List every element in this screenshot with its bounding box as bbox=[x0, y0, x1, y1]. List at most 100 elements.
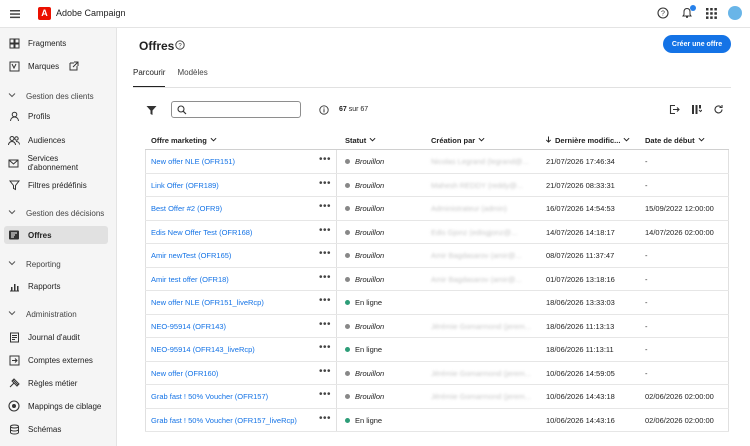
sidebar-item-comptes-externes[interactable]: Comptes externes bbox=[8, 351, 108, 369]
offer-name-link[interactable]: Edis New Offer Test (OFR168) bbox=[151, 228, 252, 237]
status-dot bbox=[345, 229, 350, 235]
table-row[interactable]: NEO-95914 (OFR143) ••• Brouillon Jérémie Go… bbox=[145, 314, 729, 338]
tab-parcourir[interactable]: Parcourir bbox=[133, 68, 166, 88]
profile-icon bbox=[8, 110, 20, 122]
apps-grid-icon[interactable] bbox=[704, 6, 718, 20]
chevron-down-icon bbox=[210, 136, 217, 145]
more-actions-icon[interactable]: ••• bbox=[319, 248, 331, 259]
column-header-statut[interactable]: Statut bbox=[345, 136, 376, 145]
app-title: Adobe Campaign bbox=[56, 8, 126, 18]
export-icon[interactable] bbox=[669, 104, 680, 117]
section-gestion-clients[interactable]: Gestion des clients bbox=[8, 89, 94, 103]
top-bar: A Adobe Campaign ? bbox=[0, 0, 750, 28]
offer-name-link[interactable]: Amir test offer (OFR18) bbox=[151, 275, 229, 284]
tab-modeles[interactable]: Modèles bbox=[177, 68, 207, 88]
offer-name-link[interactable]: Amir newTest (OFR165) bbox=[151, 251, 231, 260]
row-border bbox=[145, 220, 146, 243]
table-row[interactable]: Amir test offer (OFR18) ••• Brouillon Amir … bbox=[145, 267, 729, 291]
offer-name-link[interactable]: New offer NLE (OFR151) bbox=[151, 157, 235, 166]
sidebar-item-offres[interactable]: Offres bbox=[4, 226, 108, 244]
sidebar-item-mappings-ciblage[interactable]: Mappings de ciblage bbox=[8, 397, 108, 415]
brands-icon bbox=[8, 60, 20, 72]
user-avatar[interactable] bbox=[728, 6, 742, 20]
start-date: - bbox=[645, 368, 648, 378]
menu-toggle-icon[interactable] bbox=[10, 9, 20, 19]
sidebar-item-label: Règles métier bbox=[28, 378, 78, 388]
table-row[interactable]: Amir newTest (OFR165) ••• Brouillon Amir Ba… bbox=[145, 244, 729, 268]
section-gestion-decisions[interactable]: Gestion des décisions bbox=[8, 206, 104, 220]
column-divider bbox=[336, 220, 337, 243]
sidebar-item-filtres-predefinis[interactable]: Filtres prédéfinis bbox=[8, 176, 108, 194]
more-actions-icon[interactable]: ••• bbox=[319, 272, 331, 283]
table-row[interactable]: Best Offer #2 (OFR9) ••• Brouillon Administ… bbox=[145, 197, 729, 221]
sidebar-item-fragments[interactable]: Fragments bbox=[8, 34, 108, 52]
offer-name-link[interactable]: NEO-95914 (OFR143_liveRcp) bbox=[151, 345, 255, 354]
more-actions-icon[interactable]: ••• bbox=[319, 201, 331, 212]
notifications-icon[interactable] bbox=[680, 5, 696, 20]
creator-name: Nicolas Legrand (legrand@... bbox=[431, 157, 529, 166]
status-badge: Brouillon bbox=[345, 392, 384, 401]
table-row[interactable]: New offer NLE (OFR151) ••• Brouillon Nicola… bbox=[145, 150, 729, 174]
adobe-logo-icon[interactable]: A bbox=[38, 7, 51, 20]
table-row[interactable]: Edis New Offer Test (OFR168) ••• Brouillon… bbox=[145, 220, 729, 244]
filter-icon[interactable] bbox=[146, 105, 157, 118]
table-row[interactable]: NEO-95914 (OFR143_liveRcp) ••• En ligne 18/… bbox=[145, 338, 729, 362]
svg-text:?: ? bbox=[661, 11, 665, 18]
section-administration[interactable]: Administration bbox=[8, 307, 77, 321]
sidebar-item-audiences[interactable]: Audiences bbox=[8, 131, 108, 149]
more-actions-icon[interactable]: ••• bbox=[319, 225, 331, 236]
more-actions-icon[interactable]: ••• bbox=[319, 319, 331, 330]
help-icon[interactable]: ? bbox=[175, 40, 185, 52]
sidebar-item-rapports[interactable]: Rapports bbox=[8, 277, 108, 295]
table-row[interactable]: New offer NLE (OFR151_liveRcp) ••• En lign… bbox=[145, 291, 729, 315]
filter-icon bbox=[8, 179, 20, 191]
count-total: sur 67 bbox=[348, 106, 369, 113]
offer-name-link[interactable]: NEO-95914 (OFR143) bbox=[151, 322, 226, 331]
sidebar-item-schemas[interactable]: Schémas bbox=[8, 420, 108, 438]
offer-name-link[interactable]: New offer NLE (OFR151_liveRcp) bbox=[151, 298, 264, 307]
creator-name: Amir Bagdasarov (amir@... bbox=[431, 274, 522, 284]
offer-name-link[interactable]: Best Offer #2 (OFR9) bbox=[151, 204, 222, 213]
search-input[interactable] bbox=[171, 101, 301, 118]
sidebar-item-journal-audit[interactable]: Journal d'audit bbox=[8, 328, 108, 346]
info-icon[interactable] bbox=[319, 105, 329, 117]
column-header-modified[interactable]: Dernière modific... bbox=[545, 136, 630, 145]
column-header-creation[interactable]: Création par bbox=[431, 136, 485, 145]
create-offer-button[interactable]: Créer une offre bbox=[663, 35, 731, 53]
column-header-offre[interactable]: Offre marketing bbox=[151, 136, 217, 145]
sidebar-item-regles-metier[interactable]: Règles métier bbox=[8, 374, 108, 392]
sidebar-item-profils[interactable]: Profils bbox=[8, 107, 108, 125]
row-border bbox=[728, 291, 729, 314]
more-actions-icon[interactable]: ••• bbox=[319, 295, 331, 306]
row-border bbox=[728, 173, 729, 196]
sidebar-item-services-abonnement[interactable]: Services d'abonnement bbox=[8, 154, 108, 172]
offer-name-link[interactable]: Grab fast ! 50% Voucher (OFR157_liveRcp) bbox=[151, 416, 297, 425]
row-border bbox=[728, 267, 729, 290]
more-actions-icon[interactable]: ••• bbox=[319, 178, 331, 189]
table-row[interactable]: Grab fast ! 50% Voucher (OFR157_liveRcp)… bbox=[145, 408, 729, 432]
table-row[interactable]: New offer (OFR160) ••• Brouillon Jérémie Go… bbox=[145, 361, 729, 385]
row-border bbox=[728, 408, 729, 431]
more-actions-icon[interactable]: ••• bbox=[319, 389, 331, 400]
refresh-icon[interactable] bbox=[713, 104, 724, 117]
help-icon[interactable]: ? bbox=[656, 6, 670, 20]
sidebar-item-marques[interactable]: Marques bbox=[8, 57, 108, 75]
more-actions-icon[interactable]: ••• bbox=[319, 154, 331, 165]
column-label: Date de début bbox=[645, 136, 695, 145]
status-label: Brouillon bbox=[355, 180, 385, 190]
table-row[interactable]: Link Offer (OFR189) ••• Brouillon Mahesh RE… bbox=[145, 173, 729, 197]
column-header-start[interactable]: Date de début bbox=[645, 136, 705, 145]
more-actions-icon[interactable]: ••• bbox=[319, 342, 331, 353]
table-row[interactable]: Grab fast ! 50% Voucher (OFR157) ••• Broui… bbox=[145, 385, 729, 409]
offer-name-link[interactable]: New offer (OFR160) bbox=[151, 369, 218, 378]
status-dot bbox=[345, 347, 350, 352]
column-settings-icon[interactable] bbox=[691, 104, 703, 117]
status-badge: Brouillon bbox=[345, 275, 384, 284]
more-actions-icon[interactable]: ••• bbox=[319, 366, 331, 377]
row-border bbox=[145, 408, 146, 431]
offer-name-link[interactable]: Grab fast ! 50% Voucher (OFR157) bbox=[151, 392, 268, 401]
more-actions-icon[interactable]: ••• bbox=[319, 413, 331, 424]
offer-name-link[interactable]: Link Offer (OFR189) bbox=[151, 181, 219, 190]
row-border bbox=[145, 385, 146, 408]
section-reporting[interactable]: Reporting bbox=[8, 257, 61, 271]
